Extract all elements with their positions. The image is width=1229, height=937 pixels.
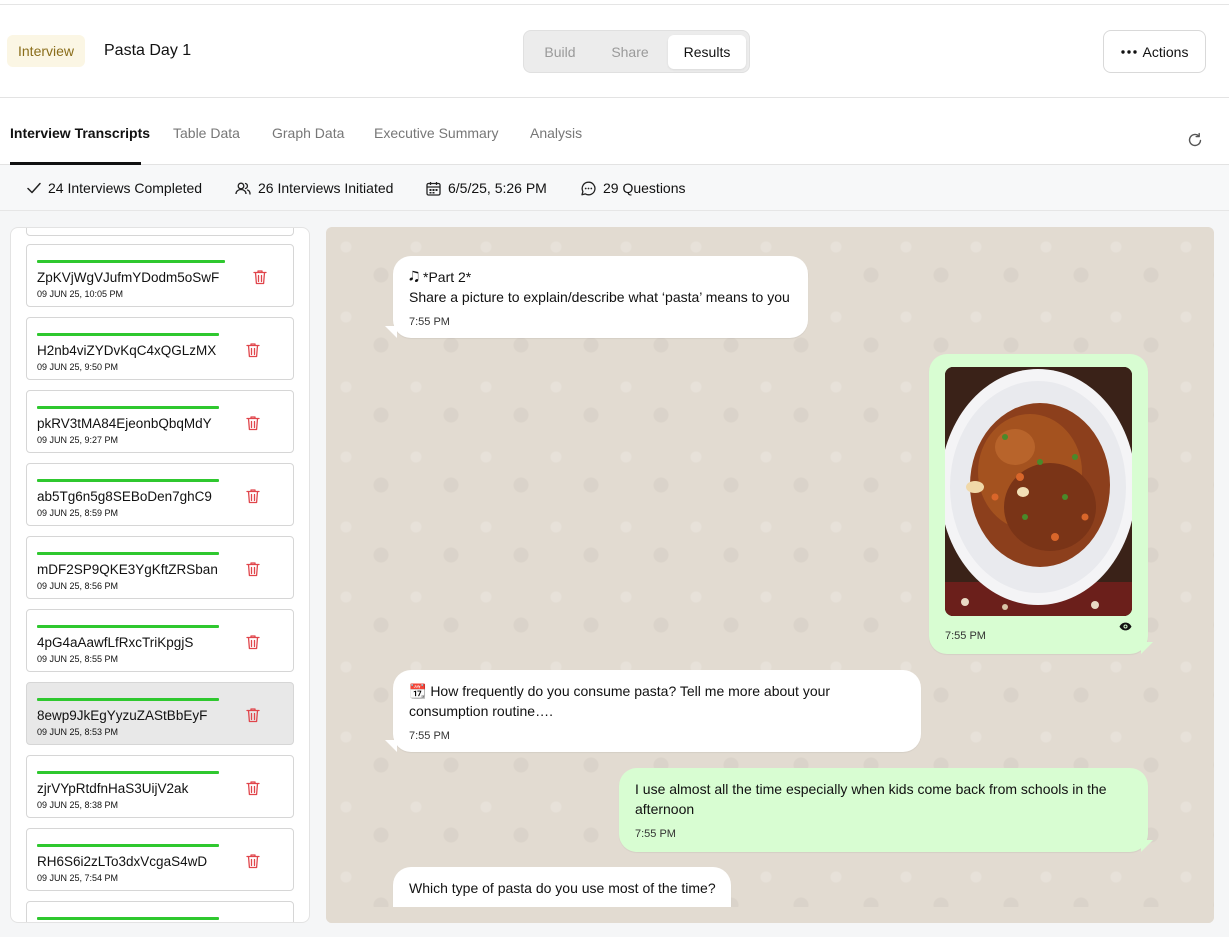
outgoing-image-message: 7:55 PM	[929, 354, 1148, 654]
chat-bubble-icon	[581, 181, 596, 195]
tab-interview-transcripts[interactable]: Interview Transcripts	[10, 125, 150, 141]
interview-date: 09 JUN 25, 8:38 PM	[37, 800, 119, 810]
check-icon	[27, 182, 41, 194]
list-item[interactable]: mDF2SP9QKE3YgKftZRSban 09 JUN 25, 8:56 P…	[26, 536, 294, 599]
stats-bar: 24 Interviews Completed 26 Interviews In…	[0, 165, 1229, 211]
progress-bar	[37, 333, 219, 336]
chat-transcript[interactable]: 🎝 *Part 2* Share a picture to explain/de…	[326, 227, 1214, 923]
interview-id: ZpKVjWgVJufmYDodm5oSwF	[37, 270, 220, 285]
actions-label: Actions	[1142, 43, 1189, 60]
message-time: 7:55 PM	[945, 630, 986, 642]
trash-icon[interactable]	[246, 415, 260, 431]
message-text-line: Share a picture to explain/describe what…	[409, 289, 790, 305]
message-text-line: Which type of pasta do you use most of t…	[409, 880, 716, 896]
progress-bar	[37, 552, 219, 555]
segment-build[interactable]: Build	[530, 35, 590, 69]
users-icon	[235, 182, 251, 195]
progress-bar	[37, 625, 219, 628]
message-text-line: 🎝 *Part 2*	[409, 269, 472, 285]
page-title: Pasta Day 1	[104, 42, 192, 59]
message-text-line: I use almost all the time especially whe…	[635, 781, 1107, 797]
tab-executive-summary[interactable]: Executive Summary	[374, 125, 498, 141]
stat-questions: 29 Questions	[581, 180, 686, 196]
interview-date: 09 JUN 25, 8:56 PM	[37, 581, 119, 591]
tab-analysis[interactable]: Analysis	[530, 125, 582, 141]
interview-date: 09 JUN 25, 9:50 PM	[37, 362, 119, 372]
progress-bar	[37, 771, 219, 774]
message-time: 7:55 PM	[409, 316, 450, 328]
progress-bar	[37, 479, 219, 482]
bubble-tail	[385, 740, 397, 752]
progress-bar	[37, 406, 219, 409]
incoming-message: 🎝 *Part 2* Share a picture to explain/de…	[393, 256, 808, 338]
incoming-message: 📆 How frequently do you consume pasta? T…	[393, 670, 921, 752]
interview-date: 09 JUN 25, 9:27 PM	[37, 435, 119, 445]
interview-id: 4pG4aAawfLfRxcTriKpgjS	[37, 635, 194, 650]
list-item[interactable]: RH6S6i2zLTo3dxVcgaS4wD 09 JUN 25, 7:54 P…	[26, 828, 294, 891]
outgoing-message: I use almost all the time especially whe…	[619, 768, 1148, 852]
stat-completed: 24 Interviews Completed	[27, 180, 202, 196]
chat-scroll-edge	[326, 907, 1214, 923]
message-time: 7:55 PM	[635, 828, 676, 840]
trash-icon[interactable]	[246, 634, 260, 650]
segment-share[interactable]: Share	[600, 35, 660, 69]
interview-list[interactable]: ZpKVjWgVJufmYDodm5oSwF 09 JUN 25, 10:05 …	[10, 227, 310, 923]
type-badge: Interview	[7, 35, 86, 67]
interview-date: 09 JUN 25, 8:53 PM	[37, 727, 119, 737]
progress-bar	[37, 260, 225, 263]
message-text-line: consumption routine….	[409, 703, 553, 719]
view-segmented-control: Build Share Results	[523, 30, 750, 73]
attached-photo[interactable]	[945, 367, 1132, 616]
segment-results[interactable]: Results	[668, 35, 746, 69]
interview-date: 09 JUN 25, 10:05 PM	[37, 289, 124, 299]
eye-icon[interactable]	[1119, 622, 1132, 631]
list-item[interactable]	[26, 901, 294, 922]
actions-button[interactable]: Actions	[1103, 30, 1206, 73]
interview-date: 09 JUN 25, 8:55 PM	[37, 654, 119, 664]
list-item[interactable]: pkRV3tMA84EjeonbQbqMdY 09 JUN 25, 9:27 P…	[26, 390, 294, 453]
bubble-tail	[1141, 840, 1153, 852]
message-time: 7:55 PM	[409, 730, 450, 742]
bubble-tail	[385, 326, 397, 338]
message-text-line: 📆 How frequently do you consume pasta? T…	[409, 683, 831, 699]
list-item[interactable]	[26, 228, 294, 236]
tab-graph-data[interactable]: Graph Data	[272, 125, 344, 141]
interview-id: 8ewp9JkEgYyzuZAStBbEyF	[37, 708, 208, 723]
trash-icon[interactable]	[246, 561, 260, 577]
trash-icon[interactable]	[246, 342, 260, 358]
list-item-selected[interactable]: 8ewp9JkEgYyzuZAStBbEyF 09 JUN 25, 8:53 P…	[26, 682, 294, 745]
interview-id: RH6S6i2zLTo3dxVcgaS4wD	[37, 854, 208, 869]
stat-initiated: 26 Interviews Initiated	[235, 180, 393, 196]
bubble-tail	[1141, 642, 1153, 654]
interview-date: 09 JUN 25, 8:59 PM	[37, 508, 119, 518]
interview-id: pkRV3tMA84EjeonbQbqMdY	[37, 416, 212, 431]
interview-id: H2nb4viZYDvKqC4xQGLzMX	[37, 343, 217, 358]
list-item[interactable]: ZpKVjWgVJufmYDodm5oSwF 09 JUN 25, 10:05 …	[26, 244, 294, 307]
trash-icon[interactable]	[246, 853, 260, 869]
progress-bar	[37, 698, 219, 701]
page-header: Interview Pasta Day 1 Build Share Result…	[0, 5, 1229, 98]
trash-icon[interactable]	[253, 269, 267, 285]
results-tabs: Interview Transcripts Table Data Graph D…	[0, 98, 1229, 165]
stat-date: 6/5/25, 5:26 PM	[426, 180, 547, 196]
trash-icon[interactable]	[246, 780, 260, 796]
interview-id: mDF2SP9QKE3YgKftZRSban	[37, 562, 218, 577]
message-text-line: afternoon	[635, 801, 695, 817]
more-horizontal-icon	[1120, 49, 1137, 54]
progress-bar	[37, 844, 219, 847]
interview-id: ab5Tg6n5g8SEBoDen7ghC9	[37, 489, 212, 504]
pasta-photo-image	[945, 367, 1132, 616]
tab-table-data[interactable]: Table Data	[173, 125, 240, 141]
list-item[interactable]: ab5Tg6n5g8SEBoDen7ghC9 09 JUN 25, 8:59 P…	[26, 463, 294, 526]
trash-icon[interactable]	[246, 707, 260, 723]
interview-date: 09 JUN 25, 7:54 PM	[37, 873, 119, 883]
interview-id: zjrVYpRtdfnHaS3UijV2ak	[37, 781, 189, 796]
list-item[interactable]: zjrVYpRtdfnHaS3UijV2ak 09 JUN 25, 8:38 P…	[26, 755, 294, 818]
list-item[interactable]: H2nb4viZYDvKqC4xQGLzMX 09 JUN 25, 9:50 P…	[26, 317, 294, 380]
list-item[interactable]: 4pG4aAawfLfRxcTriKpgjS 09 JUN 25, 8:55 P…	[26, 609, 294, 672]
progress-bar	[37, 917, 219, 920]
refresh-icon[interactable]	[1186, 131, 1204, 149]
trash-icon[interactable]	[246, 488, 260, 504]
calendar-icon	[426, 181, 441, 196]
